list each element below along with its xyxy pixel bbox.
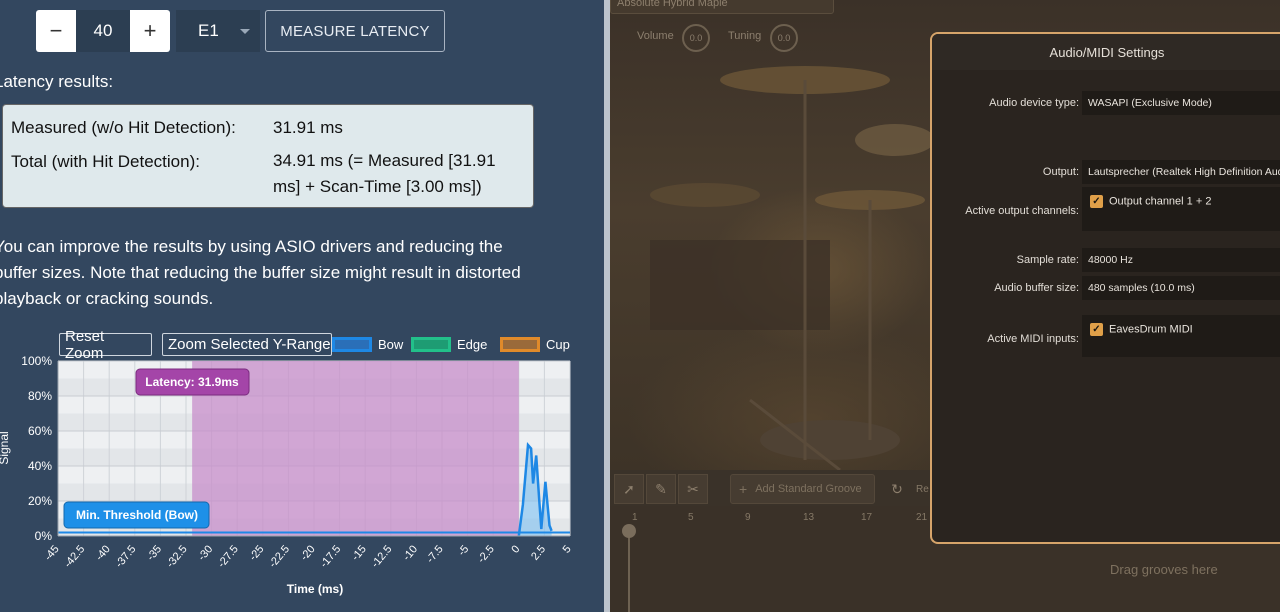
device-type-select[interactable]: WASAPI (Exclusive Mode) xyxy=(1082,91,1280,115)
midi-inputs-list: ✓ EavesDrum MIDI xyxy=(1082,315,1280,357)
y-axis-label: Signal xyxy=(0,431,11,464)
timeline-tick: 21 xyxy=(916,512,928,523)
x-tick-label: -17.5 xyxy=(318,543,343,570)
output-label: Output: xyxy=(1042,166,1079,178)
redo-icon[interactable]: ↻ xyxy=(882,474,912,504)
increment-button[interactable]: + xyxy=(130,10,170,52)
x-tick-label: -37.5 xyxy=(113,543,138,570)
x-tick-label: -27.5 xyxy=(216,543,241,570)
buffer-size-select[interactable]: 480 samples (10.0 ms) xyxy=(1082,276,1280,300)
pointer-icon[interactable]: ➚ xyxy=(614,474,644,504)
x-tick-label: -5 xyxy=(456,543,471,558)
timeline-tick: 13 xyxy=(803,512,815,523)
audio-midi-settings-dialog: Audio/MIDI Settings Audio device type: W… xyxy=(930,32,1280,544)
re-label: Re xyxy=(916,484,929,495)
timeline-tick: 9 xyxy=(745,512,751,523)
latency-annotation: Latency: 31.9ms xyxy=(145,375,239,389)
y-tick-label: 40% xyxy=(28,459,52,473)
y-tick-label: 60% xyxy=(28,424,52,438)
decrement-button[interactable]: − xyxy=(36,10,76,52)
timeline-tick: 1 xyxy=(632,512,638,523)
screen: − 40 + E1 MEASURE LATENCY Latency result… xyxy=(0,0,1280,612)
timeline-tick: 17 xyxy=(861,512,873,523)
case-icon xyxy=(650,240,830,330)
x-tick-label: -15 xyxy=(350,543,369,563)
y-tick-label: 20% xyxy=(28,494,52,508)
scissors-icon[interactable]: ✂ xyxy=(678,474,708,504)
x-tick-label: -32.5 xyxy=(164,543,189,570)
y-tick-label: 100% xyxy=(21,354,52,368)
measured-value: 31.91 ms xyxy=(273,118,343,137)
total-value: 34.91 ms (= Measured [31.91 ms] + Scan-T… xyxy=(273,151,496,196)
y-tick-label: 80% xyxy=(28,389,52,403)
midi-input-label: EavesDrum MIDI xyxy=(1109,323,1193,336)
latency-results-heading: Latency results: xyxy=(0,72,114,91)
volume-knob[interactable]: 0.0 xyxy=(682,24,710,52)
x-tick-label: -35 xyxy=(145,543,164,563)
volume-label: Volume xyxy=(637,30,674,42)
measure-latency-button[interactable]: MEASURE LATENCY xyxy=(265,10,445,52)
pencil-icon[interactable]: ✎ xyxy=(646,474,676,504)
tuning-label: Tuning xyxy=(728,30,762,42)
drag-grooves-hint: Drag grooves here xyxy=(1110,562,1218,577)
x-tick-label: -42.5 xyxy=(62,543,87,570)
playhead[interactable] xyxy=(628,530,630,612)
latency-panel: − 40 + E1 MEASURE LATENCY Latency result… xyxy=(0,0,604,612)
threshold-annotation: Min. Threshold (Bow) xyxy=(76,508,198,522)
checkbox-checked-icon[interactable]: ✓ xyxy=(1090,195,1103,208)
latency-chart[interactable]: 0% 20% 40% 60% 80% 100% -45 -42.5 -40 -37.5 -35 -32… xyxy=(0,326,604,612)
x-tick-label: -10 xyxy=(401,543,420,563)
improve-hint: You can improve the results by using ASI… xyxy=(0,237,521,308)
output-channel-label: Output channel 1 + 2 xyxy=(1109,195,1212,208)
plus-icon: + xyxy=(739,481,748,497)
x-tick-label: -45 xyxy=(42,543,61,563)
stepper-value[interactable]: 40 xyxy=(76,10,130,52)
buffer-size-label: Audio buffer size: xyxy=(994,282,1079,294)
pad-select[interactable]: E1 xyxy=(176,10,260,52)
add-standard-groove-button[interactable]: + Add Standard Groove xyxy=(730,474,875,504)
x-tick-label: 0 xyxy=(509,543,522,555)
total-label: Total (with Hit Detection): xyxy=(11,152,200,171)
device-type-label: Audio device type: xyxy=(989,97,1079,109)
cymbal-icon xyxy=(650,183,760,207)
measured-label: Measured (w/o Hit Detection): xyxy=(11,118,236,137)
dialog-title: Audio/MIDI Settings xyxy=(932,34,1280,70)
midi-inputs-label: Active MIDI inputs: xyxy=(987,333,1079,345)
add-groove-label: Add Standard Groove xyxy=(755,483,862,495)
checkbox-checked-icon[interactable]: ✓ xyxy=(1090,323,1103,336)
output-select[interactable]: Lautsprecher (Realtek High Definition Au… xyxy=(1082,160,1280,184)
timeline-tick: 5 xyxy=(688,512,694,523)
preset-select[interactable]: Absolute Hybrid Maple xyxy=(610,0,834,14)
x-axis-label: Time (ms) xyxy=(287,582,343,596)
pad-select-value: E1 xyxy=(198,21,219,40)
x-tick-label: -12.5 xyxy=(369,543,394,570)
x-tick-label: -25 xyxy=(247,543,266,563)
x-tick-label: 2.5 xyxy=(529,543,548,562)
playhead-handle[interactable] xyxy=(622,524,636,538)
x-tick-label: -7.5 xyxy=(424,543,445,565)
y-tick-label: 0% xyxy=(35,529,53,543)
drum-icon xyxy=(855,124,935,156)
tuning-knob[interactable]: 0.0 xyxy=(770,24,798,52)
sample-rate-select[interactable]: 48000 Hz xyxy=(1082,248,1280,272)
results-box: Measured (w/o Hit Detection): 31.91 ms T… xyxy=(2,104,534,208)
chevron-down-icon xyxy=(240,29,250,34)
sample-rate-label: Sample rate: xyxy=(1016,254,1079,266)
x-tick-label: -40 xyxy=(94,543,113,563)
x-tick-label: -2.5 xyxy=(476,543,497,565)
active-outputs-list: ✓ Output channel 1 + 2 xyxy=(1082,187,1280,231)
active-outputs-label: Active output channels: xyxy=(965,205,1079,217)
x-tick-label: -20 xyxy=(298,543,317,563)
x-tick-label: -30 xyxy=(196,543,215,563)
x-tick-label: -22.5 xyxy=(267,543,292,570)
x-tick-label: 5 xyxy=(561,543,574,555)
